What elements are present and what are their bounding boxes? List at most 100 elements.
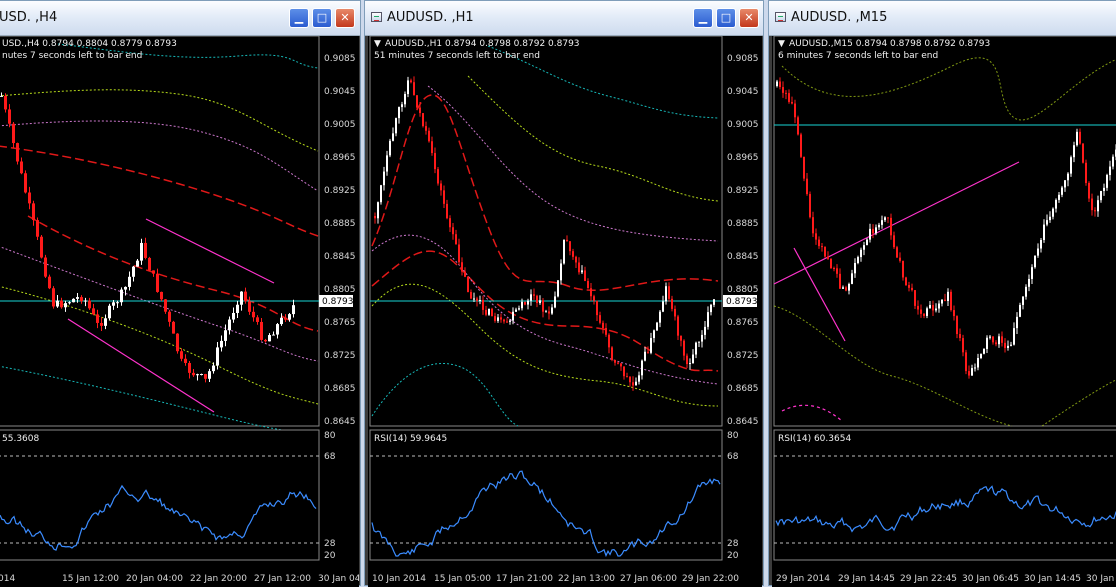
candle-body <box>521 301 523 309</box>
candle-body <box>407 80 409 95</box>
candle-body <box>626 376 628 378</box>
title-bar[interactable]: AUDUSD. ,H1 ▁ □ ✕ <box>365 1 763 36</box>
candle-body <box>854 262 856 274</box>
candle-body <box>292 305 295 315</box>
menu-arrow-icon[interactable]: ▼ <box>778 39 785 49</box>
candle-body <box>965 352 967 372</box>
maximize-button[interactable]: □ <box>716 8 736 28</box>
close-button[interactable]: ✕ <box>739 8 759 28</box>
candle-body <box>791 101 793 104</box>
candle-body <box>76 297 79 299</box>
candle-body <box>374 216 376 219</box>
candle-body <box>1109 166 1111 175</box>
price-tick-label: 0.9045 <box>727 87 759 97</box>
candle-body <box>545 311 547 313</box>
candle-body <box>1037 248 1039 256</box>
candle-body <box>950 291 952 311</box>
candle-body <box>938 303 940 309</box>
window-title: AUDUSD. ,M15 <box>791 10 888 25</box>
candle-body <box>785 92 787 94</box>
candle-body <box>156 273 159 292</box>
candle-body <box>164 299 167 312</box>
price-chart-m15[interactable]: ▼ AUDUSD.,M15 0.8794 0.8798 0.8792 0.879… <box>772 36 1116 587</box>
candle-body <box>554 296 556 308</box>
candle-body <box>560 263 562 281</box>
candle-body <box>467 276 469 292</box>
chart-frame[interactable]: ▼ AUDUSD.,M15 0.8794 0.8798 0.8792 0.879… <box>772 36 1116 587</box>
candle-body <box>677 316 679 336</box>
chart-window-m15[interactable]: AUDUSD. ,M15 ▼ AUDUSD.,M15 0.8794 0.8798… <box>768 0 1116 587</box>
menu-arrow-icon[interactable]: ▼ <box>374 39 381 49</box>
time-tick-label: 30 Jan 06:45 <box>962 574 1019 584</box>
candle-body <box>845 287 847 291</box>
candle-body <box>96 314 99 323</box>
price-tick-label: 0.8685 <box>727 384 759 394</box>
candle-body <box>180 351 183 359</box>
candle-body <box>128 276 131 287</box>
candle-body <box>881 220 883 225</box>
maximize-button[interactable]: □ <box>312 8 332 28</box>
candle-body <box>248 301 251 312</box>
candle-body <box>140 242 143 261</box>
minimize-button[interactable]: ▁ <box>289 8 309 28</box>
rsi-label: RSI(14) 60.3654 <box>778 434 851 444</box>
symbol-info: AUDUSD.,H1 0.8794 0.8798 0.8792 0.8793 <box>385 39 580 49</box>
chart-window-h4[interactable]: USD. ,H4 ▁ □ ✕ USD.,H4 0.8794 0.8804 0.8… <box>0 0 361 587</box>
candle-body <box>1097 200 1099 212</box>
candle-body <box>695 342 697 355</box>
rsi-tick-label: 68 <box>727 452 739 462</box>
close-button[interactable]: ✕ <box>335 8 355 28</box>
candle-body <box>12 123 15 144</box>
candle-body <box>665 286 667 302</box>
current-price: 0.8793 <box>322 297 354 307</box>
candle-body <box>228 319 231 331</box>
price-tick-label: 0.8925 <box>727 186 759 196</box>
candle-body <box>836 268 838 274</box>
time-tick-label: 30 Jan <box>1086 574 1114 584</box>
candle-body <box>911 287 913 291</box>
candle-body <box>482 300 484 310</box>
chart-frame[interactable]: USD.,H4 0.8794 0.8804 0.8779 0.8793 nute… <box>0 36 359 587</box>
candle-body <box>68 302 71 304</box>
candle-body <box>878 224 880 228</box>
candle-body <box>896 247 898 258</box>
candle-body <box>620 363 622 367</box>
candle-body <box>232 312 235 320</box>
candle-body <box>551 307 553 314</box>
price-chart-h4[interactable]: USD.,H4 0.8794 0.8804 0.8779 0.8793 nute… <box>0 36 359 587</box>
candle-body <box>132 266 135 277</box>
price-tick-label: 0.8645 <box>324 417 356 427</box>
price-chart-h1[interactable]: ▼ AUDUSD.,H1 0.8794 0.8798 0.8792 0.8793… <box>368 36 762 587</box>
candle-body <box>707 312 709 327</box>
chart-window-icon <box>371 12 382 22</box>
candle-body <box>64 303 67 308</box>
price-tick-label: 0.9005 <box>727 120 759 130</box>
candle-body <box>184 358 187 363</box>
title-bar[interactable]: AUDUSD. ,M15 <box>769 1 1116 36</box>
candle-body <box>614 359 616 363</box>
rsi-tick-label: 80 <box>324 431 336 441</box>
candle-body <box>148 257 151 271</box>
title-bar[interactable]: USD. ,H4 ▁ □ ✕ <box>0 1 360 36</box>
chart-window-h1[interactable]: AUDUSD. ,H1 ▁ □ ✕ ▼ AUDUSD.,H1 0.8794 0.… <box>364 0 764 587</box>
price-tick-label: 0.8845 <box>727 252 759 262</box>
candle-body <box>120 289 123 303</box>
candle-body <box>52 288 55 307</box>
chart-frame[interactable]: ▼ AUDUSD.,H1 0.8794 0.8798 0.8792 0.8793… <box>368 36 762 587</box>
price-tick-label: 0.9085 <box>727 54 759 64</box>
candle-body <box>569 241 571 252</box>
candle-body <box>1103 187 1105 191</box>
candle-body <box>611 347 613 360</box>
minimize-button[interactable]: ▁ <box>693 8 713 28</box>
candle-body <box>947 291 949 302</box>
candle-body <box>623 366 625 377</box>
price-tick-label: 0.9045 <box>324 87 356 97</box>
candle-body <box>380 185 382 203</box>
candle-body <box>272 334 275 336</box>
rsi-tick-label: 68 <box>324 452 336 462</box>
candle-body <box>530 294 532 301</box>
candle-body <box>104 318 107 326</box>
candle-body <box>992 336 994 343</box>
candle-body <box>1001 336 1003 343</box>
candle-body <box>701 334 703 342</box>
